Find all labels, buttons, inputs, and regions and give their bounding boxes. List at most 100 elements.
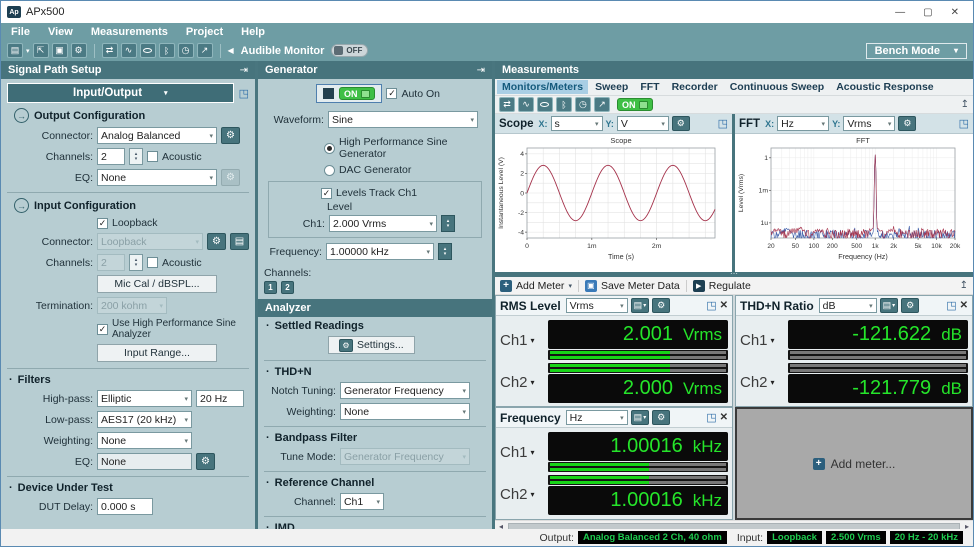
- collapse-panel-icon[interactable]: ⇥: [477, 65, 485, 76]
- collapse-panel-icon[interactable]: ⇥: [240, 65, 248, 76]
- tab-monitors-meters[interactable]: Monitors/Meters: [497, 80, 588, 94]
- tab-recorder[interactable]: Recorder: [667, 80, 723, 94]
- input-acoustic-checkbox[interactable]: ✓: [147, 257, 158, 268]
- high-pass-select[interactable]: Elliptic▾: [97, 390, 192, 407]
- meter-style-button[interactable]: ▤▾: [880, 298, 899, 313]
- channel-select[interactable]: Ch2▾: [740, 374, 788, 391]
- menu-file[interactable]: File: [11, 26, 30, 38]
- meter-style-button[interactable]: ▤▾: [631, 410, 650, 425]
- filters-eq-input[interactable]: None: [97, 453, 192, 470]
- monitor-on-toggle[interactable]: ON: [617, 98, 654, 111]
- channels-stepper[interactable]: ▴▾: [129, 148, 143, 165]
- output-connector-settings-button[interactable]: ⚙: [221, 127, 240, 144]
- bluetooth-icon[interactable]: ᛒ: [159, 43, 175, 58]
- popout-icon[interactable]: ◳: [239, 87, 249, 100]
- new-project-icon[interactable]: ▤: [7, 43, 23, 58]
- frequency-stepper[interactable]: ▴▾: [438, 243, 452, 260]
- meter-settings-button[interactable]: ⚙: [652, 298, 670, 313]
- thdn-unit-select[interactable]: dB▾: [819, 298, 877, 313]
- signal-path-icon[interactable]: ↗: [197, 43, 213, 58]
- audible-monitor-toggle[interactable]: OFF: [331, 44, 368, 57]
- channel-2-button[interactable]: 2: [281, 281, 294, 294]
- save-meter-data-button[interactable]: ▣ Save Meter Data: [585, 280, 680, 292]
- scope-settings-button[interactable]: ⚙: [672, 116, 690, 131]
- settled-settings-button[interactable]: ⚙ Settings...: [328, 336, 415, 354]
- meter-settings-button[interactable]: ⚙: [901, 298, 919, 313]
- scope-y-unit-select[interactable]: V▾: [617, 116, 669, 131]
- signal-path-selector[interactable]: Input/Output ▾: [7, 83, 234, 103]
- waveform-select[interactable]: Sine▾: [328, 111, 478, 128]
- input-range-button[interactable]: Input Range...: [97, 344, 217, 362]
- new-project-caret-icon[interactable]: ▾: [26, 47, 30, 55]
- menu-help[interactable]: Help: [241, 26, 265, 38]
- popout-icon[interactable]: ◳: [706, 299, 716, 312]
- open-project-icon[interactable]: ⇱: [33, 43, 49, 58]
- ch1-level-select[interactable]: 2.000 Vrms▾: [329, 215, 437, 232]
- loopback-checkbox[interactable]: ✓: [97, 218, 108, 229]
- menu-view[interactable]: View: [48, 26, 73, 38]
- tab-fft[interactable]: FFT: [635, 80, 664, 94]
- tab-sweep[interactable]: Sweep: [590, 80, 633, 94]
- channel-select[interactable]: Ch1▾: [500, 444, 548, 461]
- rms-unit-select[interactable]: Vrms▾: [566, 298, 628, 313]
- channel-select[interactable]: Ch1▾: [500, 332, 548, 349]
- fft-settings-button[interactable]: ⚙: [898, 116, 916, 131]
- levels-track-checkbox[interactable]: ✓: [321, 188, 332, 199]
- fft-x-unit-select[interactable]: Hz▾: [777, 116, 829, 131]
- close-icon[interactable]: ✕: [720, 300, 728, 311]
- generator-on-toggle[interactable]: ON: [316, 84, 383, 103]
- close-icon[interactable]: ✕: [960, 300, 968, 311]
- dut-delay-input[interactable]: 0.000 s: [97, 498, 153, 515]
- connector-icon[interactable]: [140, 43, 156, 58]
- minimize-button[interactable]: —: [895, 7, 905, 18]
- popout-icon[interactable]: ◳: [959, 117, 969, 130]
- popout-icon[interactable]: ◳: [718, 117, 728, 130]
- settings-icon[interactable]: ⚙: [71, 43, 87, 58]
- waveform-monitor-icon[interactable]: ∿: [121, 43, 137, 58]
- high-pass-freq-input[interactable]: 20 Hz: [196, 390, 244, 407]
- popout-icon[interactable]: ◳: [946, 299, 956, 312]
- popout-icon[interactable]: ◳: [706, 411, 716, 424]
- clock-icon[interactable]: ◷: [575, 97, 591, 112]
- scope-x-unit-select[interactable]: s▾: [551, 116, 603, 131]
- output-acoustic-checkbox[interactable]: ✓: [147, 151, 158, 162]
- menu-measurements[interactable]: Measurements: [91, 26, 168, 38]
- input-channel-panel-button[interactable]: ▤: [230, 233, 249, 250]
- tab-acoustic-response[interactable]: Acoustic Response: [831, 80, 938, 94]
- output-eq-select[interactable]: None▾: [97, 169, 217, 186]
- low-pass-select[interactable]: AES17 (20 kHz)▾: [97, 411, 192, 428]
- filters-eq-settings-button[interactable]: ⚙: [196, 453, 215, 470]
- hps-analyzer-checkbox[interactable]: ✓: [97, 324, 108, 335]
- frequency-select[interactable]: 1.00000 kHz▾: [326, 243, 434, 260]
- io-swap-icon[interactable]: ⇄: [102, 43, 118, 58]
- close-icon[interactable]: ✕: [720, 412, 728, 423]
- close-button[interactable]: ✕: [951, 7, 959, 18]
- menu-project[interactable]: Project: [186, 26, 223, 38]
- regulate-button[interactable]: ▶ Regulate: [693, 280, 751, 292]
- clock-icon[interactable]: ◷: [178, 43, 194, 58]
- connector-icon[interactable]: [537, 97, 553, 112]
- output-channels-input[interactable]: 2: [97, 148, 125, 165]
- frequency-unit-select[interactable]: Hz▾: [566, 410, 628, 425]
- weighting-select[interactable]: None▾: [97, 432, 192, 449]
- hps-generator-radio[interactable]: [324, 143, 335, 154]
- bluetooth-icon[interactable]: ᛒ: [556, 97, 572, 112]
- notch-tuning-select[interactable]: Generator Frequency▾: [340, 382, 470, 399]
- ch1-level-stepper[interactable]: ▴▾: [441, 215, 455, 232]
- mic-cal-button[interactable]: Mic Cal / dBSPL...: [97, 275, 217, 293]
- channel-1-button[interactable]: 1: [264, 281, 277, 294]
- input-connector-settings-button[interactable]: ⚙: [207, 233, 226, 250]
- waveform-monitor-icon[interactable]: ∿: [518, 97, 534, 112]
- channel-select[interactable]: Ch2▾: [500, 486, 548, 503]
- tab-continuous-sweep[interactable]: Continuous Sweep: [725, 80, 830, 94]
- reference-channel-select[interactable]: Ch1▾: [340, 493, 384, 510]
- meter-settings-button[interactable]: ⚙: [652, 410, 670, 425]
- bench-mode-select[interactable]: Bench Mode ▾: [866, 43, 967, 59]
- fft-y-unit-select[interactable]: Vrms▾: [843, 116, 895, 131]
- auto-on-checkbox[interactable]: ✓: [386, 88, 397, 99]
- signal-path-icon[interactable]: ↗: [594, 97, 610, 112]
- pin-icon[interactable]: ↥: [961, 99, 969, 110]
- analyzer-weighting-select[interactable]: None▾: [340, 403, 470, 420]
- add-meter-placeholder[interactable]: + Add meter...: [735, 407, 973, 520]
- dac-generator-radio[interactable]: [324, 165, 335, 176]
